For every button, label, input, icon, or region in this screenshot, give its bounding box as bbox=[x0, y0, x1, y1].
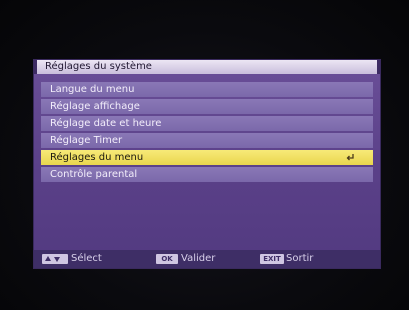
menu-item-parental-control[interactable]: Contrôle parental bbox=[41, 167, 373, 182]
dialog-title: Réglages du système bbox=[45, 61, 152, 72]
validate-hint: Valider bbox=[181, 253, 216, 264]
menu-item-label: Langue du menu bbox=[50, 84, 135, 95]
dialog-titlebar: Réglages du système bbox=[34, 60, 380, 74]
menu-item-timer[interactable]: Réglage Timer bbox=[41, 133, 373, 148]
settings-menu: Langue du menu Réglage affichage Réglage… bbox=[41, 82, 373, 184]
menu-item-display[interactable]: Réglage affichage bbox=[41, 99, 373, 114]
menu-item-label: Réglage Timer bbox=[50, 135, 123, 146]
ok-key-icon: OK bbox=[156, 254, 178, 264]
menu-item-label: Réglages du menu bbox=[50, 152, 144, 163]
up-down-arrows-icon bbox=[42, 254, 68, 264]
menu-item-label: Réglage affichage bbox=[50, 101, 140, 112]
tv-screen: Réglages du système Langue du menu Régla… bbox=[0, 0, 409, 310]
menu-item-label: Réglage date et heure bbox=[50, 118, 162, 129]
menu-item-label: Contrôle parental bbox=[50, 169, 138, 180]
exit-key-icon: EXIT bbox=[260, 254, 284, 264]
menu-item-menu-settings[interactable]: Réglages du menu bbox=[41, 150, 373, 165]
exit-hint: Sortir bbox=[286, 253, 314, 264]
menu-item-date-time[interactable]: Réglage date et heure bbox=[41, 116, 373, 131]
enter-icon bbox=[346, 154, 354, 161]
footer-help-bar: Sélect OK Valider EXIT Sortir bbox=[34, 250, 380, 268]
menu-item-language[interactable]: Langue du menu bbox=[41, 82, 373, 97]
select-hint: Sélect bbox=[71, 253, 102, 264]
system-settings-dialog: Réglages du système Langue du menu Régla… bbox=[34, 60, 380, 268]
